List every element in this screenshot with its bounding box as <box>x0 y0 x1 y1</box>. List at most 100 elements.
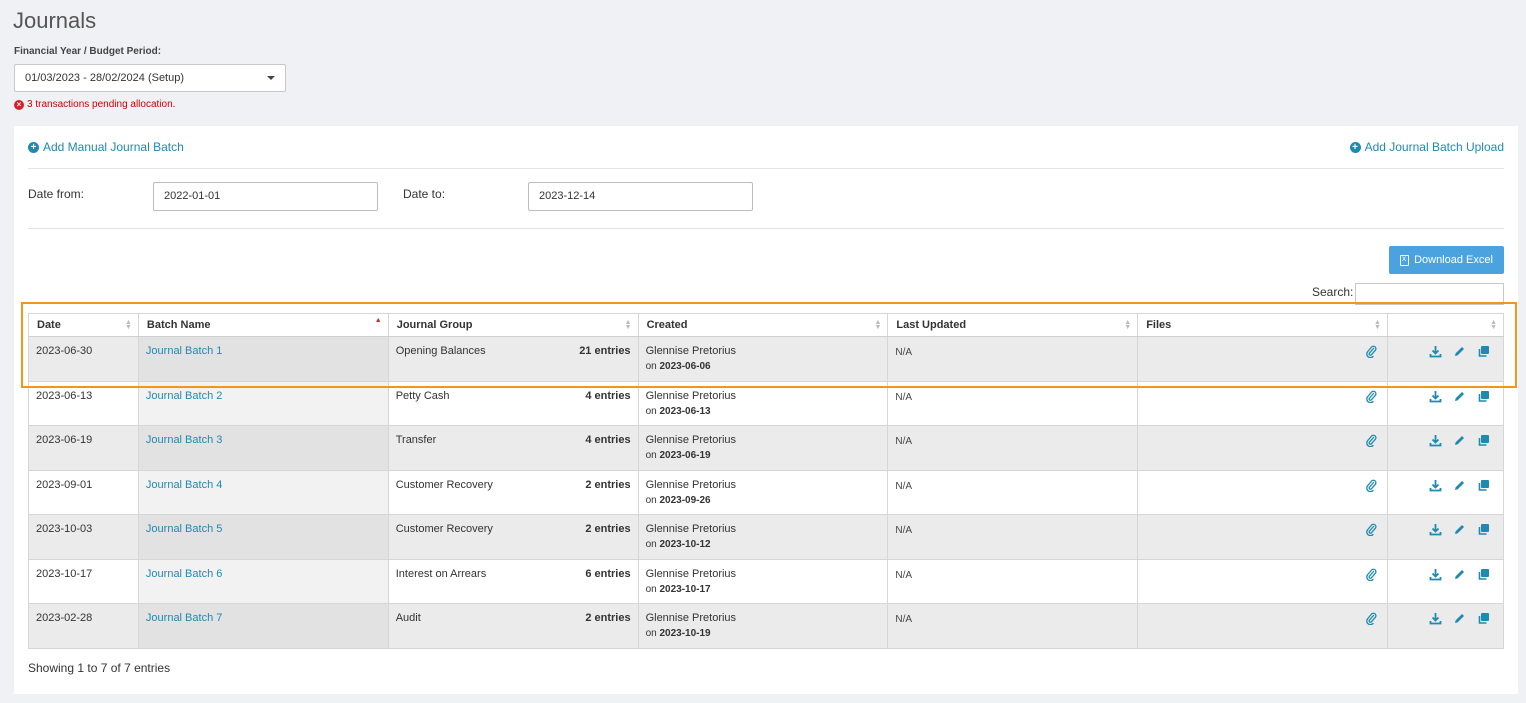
plus-circle-icon: + <box>28 141 39 153</box>
paperclip-icon[interactable] <box>1366 568 1377 584</box>
pencil-icon[interactable] <box>1453 390 1466 403</box>
batch-name-cell: Journal Batch 3 <box>137 425 389 471</box>
table-row: 2023-10-03 Journal Batch 5 Customer Reco… <box>28 514 1505 560</box>
journal-group-text: Audit <box>395 612 421 624</box>
batch-name-cell: Journal Batch 2 <box>137 381 389 426</box>
journal-group-cell: Opening Balances 21 entries <box>387 336 639 382</box>
divider <box>28 168 1504 169</box>
created-by-text: Glennise Pretorius <box>645 434 737 446</box>
pencil-icon[interactable] <box>1453 612 1466 625</box>
column-header-last-updated[interactable]: Last Updated ▲ ▼ <box>887 313 1139 337</box>
entries-count: 2 entries <box>585 523 631 535</box>
journal-group-text: Petty Cash <box>395 389 450 402</box>
batch-name-link[interactable]: Journal Batch 3 <box>146 434 222 446</box>
copy-icon[interactable] <box>1477 479 1490 492</box>
paperclip-icon[interactable] <box>1366 612 1377 628</box>
journal-group-cell: Customer Recovery 2 entries <box>387 470 639 515</box>
date-text: 2023-10-03 <box>36 523 93 535</box>
files-cell <box>1137 425 1388 471</box>
financial-year-label: Financial Year / Budget Period: <box>14 46 162 57</box>
created-cell: Glennise Pretorius on 2023-10-17 <box>637 559 889 604</box>
last-updated-text: N/A <box>895 614 913 625</box>
copy-icon[interactable] <box>1477 390 1490 403</box>
batch-name-link[interactable]: Journal Batch 7 <box>146 612 222 624</box>
download-icon[interactable] <box>1429 390 1442 403</box>
date-text: 2023-06-19 <box>36 434 93 446</box>
batch-name-link[interactable]: Journal Batch 6 <box>146 568 222 580</box>
last-updated-text: N/A <box>895 480 913 492</box>
copy-icon[interactable] <box>1477 523 1490 536</box>
files-cell <box>1137 336 1388 382</box>
download-icon[interactable] <box>1429 612 1442 625</box>
journals-panel: + Add Manual Journal Batch + Add Journal… <box>14 126 1518 694</box>
sort-icon: ▲ ▼ <box>624 319 632 331</box>
copy-icon[interactable] <box>1477 612 1490 625</box>
journal-group-text: Customer Recovery <box>395 523 493 535</box>
column-header-journal-group[interactable]: Journal Group ▲ ▼ <box>387 313 639 337</box>
created-on-text: on 2023-06-19 <box>645 450 711 461</box>
actions-cell <box>1386 603 1505 649</box>
created-cell: Glennise Pretorius on 2023-06-06 <box>637 336 889 382</box>
pencil-icon[interactable] <box>1453 568 1466 581</box>
created-on-text: on 2023-06-13 <box>645 405 711 417</box>
column-header-date[interactable]: Date ▲ ▼ <box>28 313 139 337</box>
copy-icon[interactable] <box>1477 345 1490 358</box>
column-header-created[interactable]: Created ▲ ▼ <box>637 313 889 337</box>
batch-name-link[interactable]: Journal Batch 5 <box>146 523 222 535</box>
actions-cell <box>1386 425 1505 471</box>
table-info: Showing 1 to 7 of 7 entries <box>28 661 171 675</box>
last-updated-cell: N/A <box>887 336 1139 382</box>
excel-file-icon <box>1400 254 1410 266</box>
copy-icon[interactable] <box>1477 434 1490 447</box>
files-cell <box>1137 603 1388 649</box>
last-updated-cell: N/A <box>887 603 1139 649</box>
date-from-input[interactable]: 2022-01-01 <box>153 182 378 211</box>
paperclip-icon[interactable] <box>1366 345 1377 361</box>
column-header-actions[interactable]: ▲ ▼ <box>1386 313 1505 337</box>
download-icon[interactable] <box>1429 479 1442 492</box>
search-input[interactable] <box>1355 283 1504 305</box>
created-cell: Glennise Pretorius on 2023-09-26 <box>637 470 889 515</box>
created-by-text: Glennise Pretorius <box>645 345 737 357</box>
download-icon[interactable] <box>1429 568 1442 581</box>
paperclip-icon[interactable] <box>1366 523 1377 539</box>
batch-name-cell: Journal Batch 6 <box>137 559 389 604</box>
sort-ascending-icon: ▲ <box>374 317 382 324</box>
download-excel-button[interactable]: Download Excel <box>1389 246 1504 274</box>
date-to-input[interactable]: 2023-12-14 <box>528 182 753 211</box>
paperclip-icon[interactable] <box>1366 434 1377 450</box>
download-icon[interactable] <box>1429 434 1442 447</box>
column-header-files[interactable]: Files ▲ ▼ <box>1137 313 1388 337</box>
column-header-label: Date <box>37 319 61 331</box>
financial-year-select[interactable]: 01/03/2023 - 28/02/2024 (Setup) <box>14 64 286 92</box>
date-from-label: Date from: <box>28 187 85 201</box>
files-cell <box>1137 381 1388 426</box>
download-icon[interactable] <box>1429 345 1442 358</box>
batch-name-link[interactable]: Journal Batch 2 <box>146 390 222 402</box>
add-journal-batch-upload-link[interactable]: + Add Journal Batch Upload <box>1349 140 1504 154</box>
plus-circle-icon: + <box>1349 141 1361 153</box>
last-updated-text: N/A <box>895 569 913 581</box>
pencil-icon[interactable] <box>1453 434 1466 447</box>
pencil-icon[interactable] <box>1453 523 1466 536</box>
copy-icon[interactable] <box>1477 568 1490 581</box>
column-header-batch-name[interactable]: Batch Name ▲ <box>137 313 389 337</box>
financial-year-value: 01/03/2023 - 28/02/2024 (Setup) <box>25 72 185 84</box>
download-excel-label: Download Excel <box>1414 254 1493 266</box>
created-cell: Glennise Pretorius on 2023-10-12 <box>637 514 889 560</box>
pencil-icon[interactable] <box>1453 345 1466 358</box>
pencil-icon[interactable] <box>1453 479 1466 492</box>
paperclip-icon[interactable] <box>1366 390 1377 406</box>
journal-group-text: Opening Balances <box>395 345 486 357</box>
download-icon[interactable] <box>1429 523 1442 536</box>
journal-group-text: Transfer <box>395 434 437 446</box>
date-cell: 2023-06-13 <box>28 381 139 426</box>
column-header-label: Journal Group <box>396 319 473 331</box>
add-manual-journal-batch-link[interactable]: + Add Manual Journal Batch <box>28 140 184 154</box>
entries-count: 6 entries <box>585 567 631 580</box>
batch-name-link[interactable]: Journal Batch 1 <box>146 345 222 357</box>
batch-name-link[interactable]: Journal Batch 4 <box>146 479 222 491</box>
table-header-row: Date ▲ ▼ Batch Name ▲ Journal Group ▲ ▼ Creat… <box>28 313 1505 337</box>
pending-allocation-warning: × 3 transactions pending allocation. <box>14 99 175 110</box>
paperclip-icon[interactable] <box>1366 479 1377 495</box>
